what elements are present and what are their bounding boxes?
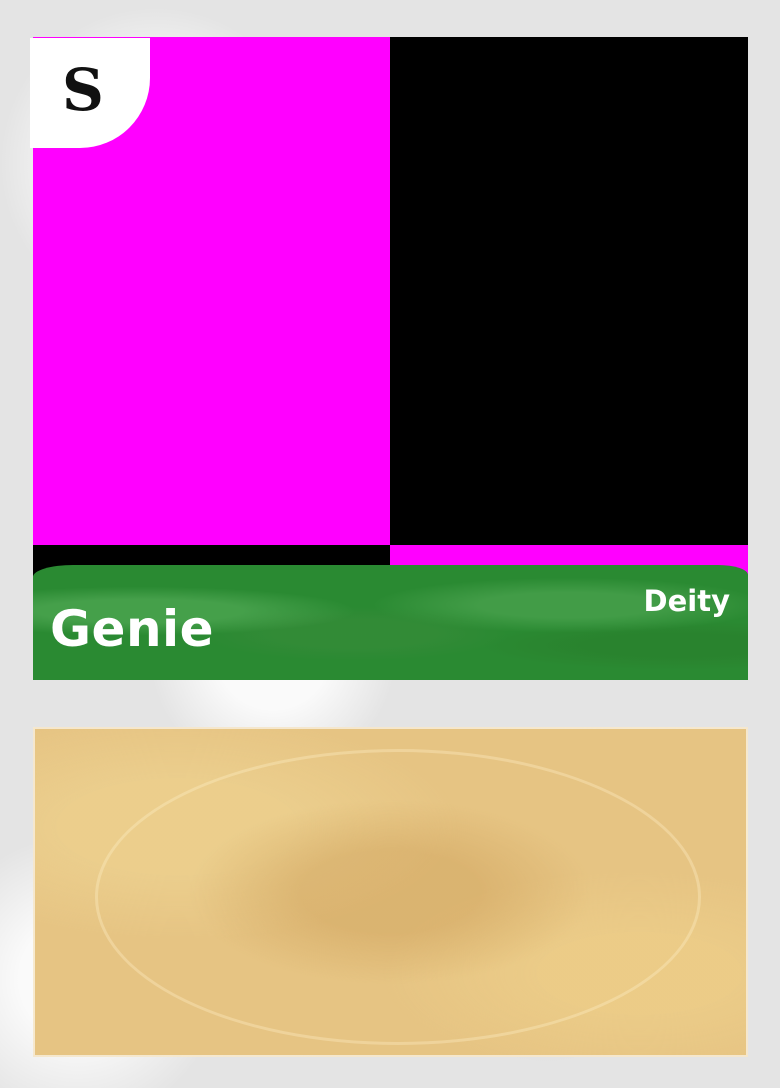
art-quadrant-top-right (390, 37, 748, 545)
card-frame: S Genie Deity (0, 0, 780, 1088)
parchment-swirl (95, 749, 701, 1045)
card-art (33, 37, 748, 582)
card-type: Deity (643, 584, 730, 618)
card-text-box (33, 727, 748, 1057)
card-name: Genie (50, 600, 215, 658)
rarity-symbol: S (62, 56, 104, 124)
